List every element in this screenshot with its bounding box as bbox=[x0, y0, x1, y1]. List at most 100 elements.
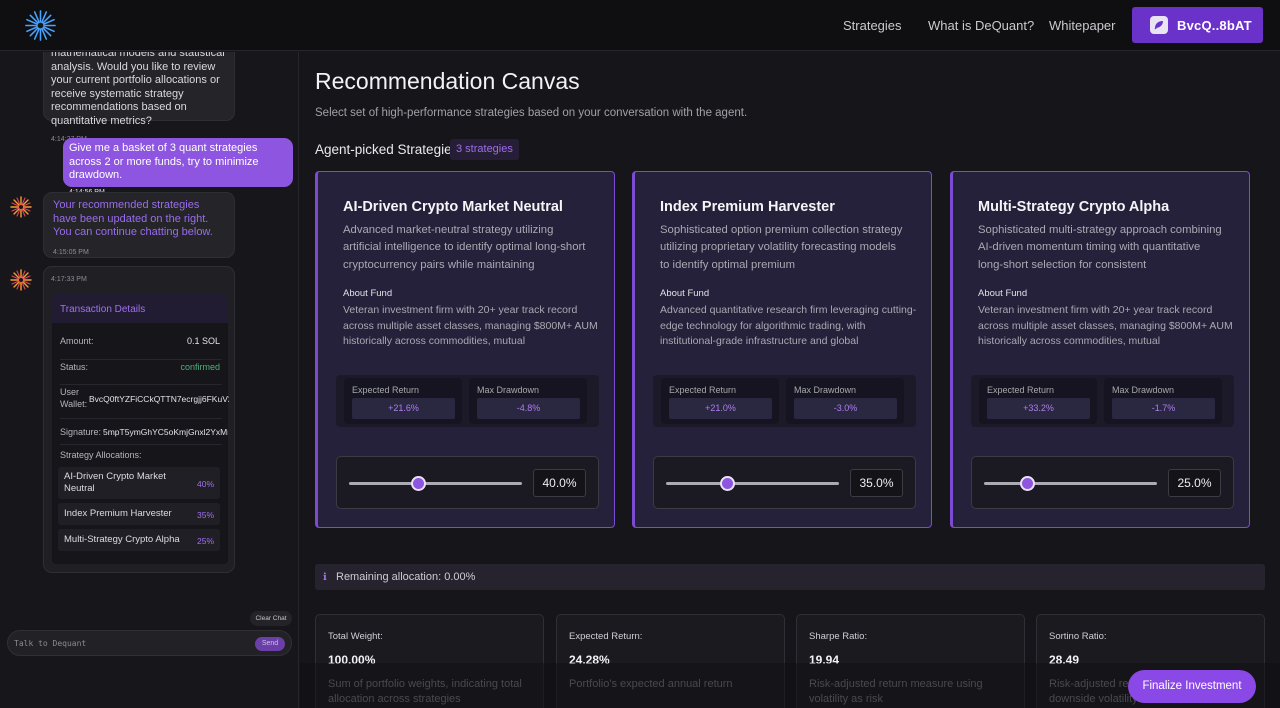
max-drawdown-value: -4.8% bbox=[477, 398, 580, 419]
send-button[interactable]: Send bbox=[255, 637, 285, 651]
allocation-slider-track[interactable] bbox=[984, 482, 1157, 485]
allocation-slider-track[interactable] bbox=[349, 482, 522, 485]
nav-strategies[interactable]: Strategies bbox=[843, 18, 902, 33]
allocation-slider-box: 40.0% bbox=[336, 456, 599, 509]
max-drawdown-metric: Max Drawdown -1.7% bbox=[1104, 378, 1222, 424]
strategy-count-badge: 3 strategies bbox=[450, 139, 519, 160]
tx-wallet-row: User Wallet: BvcQ0ftYZFiCCkQTTN7ecrgjj6F… bbox=[60, 385, 229, 419]
allocation-slider-thumb[interactable] bbox=[411, 476, 427, 491]
remaining-allocation-text: Remaining allocation: 0.00% bbox=[336, 571, 476, 583]
metrics-panel: Expected Return +33.2% Max Drawdown -1.7… bbox=[971, 375, 1234, 427]
expected-return-label: Expected Return bbox=[352, 385, 420, 395]
agent-picked-label: Agent-picked Strategies bbox=[315, 142, 459, 157]
tx-allocations-label: Strategy Allocations: bbox=[60, 450, 142, 460]
stat-label: Sharpe Ratio: bbox=[809, 631, 868, 642]
nav-what-is-dequant[interactable]: What is DeQuant? bbox=[928, 18, 1034, 33]
wallet-icon bbox=[1150, 16, 1168, 34]
tx-allocation-item: Index Premium Harvester 35% bbox=[58, 503, 220, 525]
tx-allocation-pct: 40% bbox=[196, 479, 214, 489]
tx-allocation-name: Multi-Strategy Crypto Alpha bbox=[64, 534, 180, 545]
page-title: Recommendation Canvas bbox=[315, 68, 580, 94]
stat-label: Expected Return: bbox=[569, 631, 643, 642]
tx-amount-row: Amount: 0.1 SOL bbox=[60, 335, 222, 360]
strategy-title: AI-Driven Crypto Market Neutral bbox=[343, 199, 563, 215]
expected-return-value: +21.6% bbox=[352, 398, 455, 419]
allocation-slider-thumb[interactable] bbox=[1020, 476, 1036, 491]
stat-value: 100.00% bbox=[328, 653, 376, 667]
info-icon: ℹ bbox=[323, 572, 327, 583]
max-drawdown-label: Max Drawdown bbox=[1112, 385, 1175, 395]
dequant-logo-icon[interactable] bbox=[24, 9, 57, 42]
strategy-description: Sophisticated multi-strategy approach co… bbox=[978, 224, 1222, 271]
tx-amount-value: 0.1 SOL bbox=[186, 336, 220, 346]
max-drawdown-label: Max Drawdown bbox=[477, 385, 540, 395]
tx-status-value: confirmed bbox=[180, 362, 220, 372]
tx-signature-value[interactable]: 5mpT5ymGhYC5oKmjGnxl2YxMrgw bbox=[103, 426, 228, 440]
strategy-description: Sophisticated option premium collection … bbox=[660, 224, 903, 271]
metrics-panel: Expected Return +21.0% Max Drawdown -3.0… bbox=[653, 375, 916, 427]
strategy-description: Advanced market-neutral strategy utilizi… bbox=[343, 224, 586, 271]
stat-description: Risk-adjusted return measure using volat… bbox=[809, 678, 983, 705]
stat-value: 28.49 bbox=[1049, 653, 1080, 667]
strategy-card[interactable]: Multi-Strategy Crypto Alpha Sophisticate… bbox=[950, 171, 1250, 528]
allocation-slider-box: 25.0% bbox=[971, 456, 1234, 509]
tx-allocation-item: AI-Driven Crypto Market Neutral 40% bbox=[58, 467, 220, 499]
top-navbar: Strategies What is DeQuant? Whitepaper B… bbox=[0, 0, 1280, 51]
agent-message: Your recommended strategies have been up… bbox=[43, 192, 235, 258]
tx-status-label: Status: bbox=[60, 362, 89, 372]
max-drawdown-value: -1.7% bbox=[1112, 398, 1215, 419]
chat-input[interactable] bbox=[14, 636, 244, 651]
stat-value: 19.94 bbox=[809, 653, 840, 667]
wallet-button[interactable]: BvcQ..8bAT bbox=[1132, 7, 1263, 43]
stat-description: Portfolio's expected annual return bbox=[569, 678, 733, 690]
strategy-title: Multi-Strategy Crypto Alpha bbox=[978, 199, 1170, 215]
stat-card-sharpe-ratio: Sharpe Ratio: 19.94 Risk-adjusted return… bbox=[796, 614, 1025, 708]
max-drawdown-metric: Max Drawdown -4.8% bbox=[469, 378, 587, 424]
tx-signature-row: Signature: 5mpT5ymGhYC5oKmjGnxl2YxMrgw bbox=[60, 419, 228, 445]
tx-wallet-value[interactable]: BvcQ0ftYZFiCCkQTTN7ecrgjj6FKuV2AM bbox=[89, 393, 229, 407]
message-timestamp: 4:15:05 PM bbox=[53, 248, 89, 256]
allocation-percent-input[interactable]: 40.0% bbox=[533, 469, 586, 497]
expected-return-value: +33.2% bbox=[987, 398, 1090, 419]
stat-description: Sum of portfolio weights, indicating tot… bbox=[328, 678, 522, 705]
tx-allocation-pct: 35% bbox=[196, 510, 214, 520]
message-text: Give me a basket of 3 quant strategies a… bbox=[69, 142, 259, 182]
about-fund-heading: About Fund bbox=[343, 288, 393, 299]
tx-wallet-label: User Wallet: bbox=[60, 387, 88, 409]
clear-chat-button[interactable]: Clear Chat bbox=[250, 611, 292, 626]
allocation-percent-input[interactable]: 35.0% bbox=[850, 469, 903, 497]
user-message: Give me a basket of 3 quant strategies a… bbox=[63, 138, 293, 196]
expected-return-label: Expected Return bbox=[669, 385, 737, 395]
allocation-slider-box: 35.0% bbox=[653, 456, 916, 509]
tx-allocation-item: Multi-Strategy Crypto Alpha 25% bbox=[58, 529, 220, 551]
expected-return-metric: Expected Return +21.0% bbox=[661, 378, 779, 424]
remaining-allocation-bar: ℹ Remaining allocation: 0.00% bbox=[315, 564, 1265, 590]
agent-avatar-icon bbox=[10, 269, 32, 291]
about-fund-text: Veteran investment firm with 20+ year tr… bbox=[978, 304, 1233, 348]
chat-input-box: Send bbox=[7, 630, 292, 656]
about-fund-text: Veteran investment firm with 20+ year tr… bbox=[343, 304, 598, 348]
agent-transaction-message: 4:17:33 PM Transaction Details Amount: 0… bbox=[43, 266, 235, 573]
page-subtitle: Select set of high-performance strategie… bbox=[315, 107, 748, 119]
about-fund-heading: About Fund bbox=[660, 288, 710, 299]
strategy-card[interactable]: AI-Driven Crypto Market Neutral Advanced… bbox=[315, 171, 615, 528]
allocation-slider-track[interactable] bbox=[666, 482, 839, 485]
tx-amount-label: Amount: bbox=[60, 336, 94, 346]
allocation-slider-thumb[interactable] bbox=[719, 476, 735, 491]
expected-return-label: Expected Return bbox=[987, 385, 1055, 395]
agent-message: mathematical models and statistical anal… bbox=[43, 52, 235, 143]
about-fund-heading: About Fund bbox=[978, 288, 1028, 299]
message-text: mathematical models and statistical anal… bbox=[51, 52, 225, 127]
stat-value: 24.28% bbox=[569, 653, 610, 667]
message-timestamp: 4:17:33 PM bbox=[51, 276, 87, 283]
allocation-percent-input[interactable]: 25.0% bbox=[1168, 469, 1221, 497]
nav-whitepaper[interactable]: Whitepaper bbox=[1049, 18, 1115, 33]
tx-allocation-name: AI-Driven Crypto Market Neutral bbox=[64, 471, 166, 494]
strategy-card[interactable]: Index Premium Harvester Sophisticated op… bbox=[632, 171, 932, 528]
max-drawdown-label: Max Drawdown bbox=[794, 385, 857, 395]
max-drawdown-metric: Max Drawdown -3.0% bbox=[786, 378, 904, 424]
transaction-card: Transaction Details Amount: 0.1 SOL Stat… bbox=[52, 293, 229, 564]
finalize-investment-button[interactable]: Finalize Investment bbox=[1128, 670, 1256, 703]
metrics-panel: Expected Return +21.6% Max Drawdown -4.8… bbox=[336, 375, 599, 427]
message-text: Your recommended strategies have been up… bbox=[53, 199, 213, 239]
